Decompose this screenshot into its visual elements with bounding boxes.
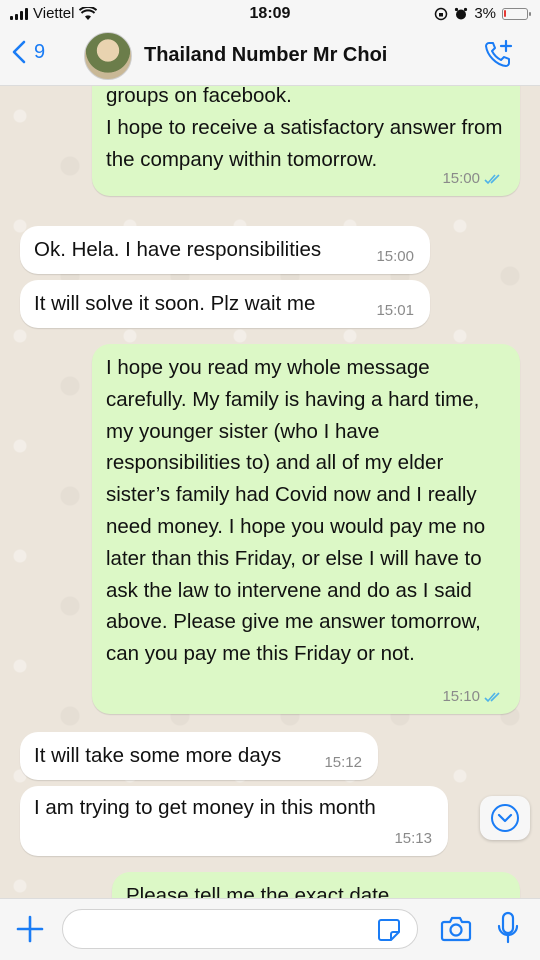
contact-name[interactable]: Thailand Number Mr Choi <box>144 44 387 67</box>
chat-header: 9 Thailand Number Mr Choi <box>0 28 540 86</box>
message-outgoing[interactable]: I hope you read my whole message careful… <box>92 344 520 714</box>
alarm-icon <box>455 7 468 19</box>
message-text: Ok. Hela. I have responsibilities <box>34 238 322 261</box>
message-meta: 15:12 <box>324 755 362 770</box>
composer-bar <box>0 898 540 960</box>
battery-fill <box>504 9 506 17</box>
back-button[interactable]: 9 <box>12 40 45 64</box>
message-incoming[interactable]: I am trying to get money in this month 1… <box>20 786 448 856</box>
message-list[interactable]: groups on facebook. I hope to receive a … <box>0 86 540 898</box>
attach-button[interactable] <box>14 913 46 950</box>
back-count: 9 <box>34 40 46 63</box>
message-text: It will solve it soon. Plz wait me <box>34 292 316 315</box>
message-time: 15:00 <box>376 248 414 265</box>
message-text: groups on facebook. I hope to receive a … <box>106 86 503 171</box>
message-time: 15:00 <box>442 170 480 187</box>
status-bar: Viettel 18:09 3% <box>0 0 540 28</box>
chevron-left-icon <box>12 40 26 64</box>
status-right: 3% <box>434 5 531 22</box>
read-ticks-icon <box>484 173 500 184</box>
sticker-icon <box>378 919 400 941</box>
message-meta: 15:00 <box>442 171 504 186</box>
sticker-button[interactable] <box>376 917 402 948</box>
message-meta: 15:13 <box>394 831 432 846</box>
battery-percent: 3% <box>474 5 496 22</box>
message-time: 15:10 <box>442 688 480 705</box>
message-text: I hope you read my whole message careful… <box>106 356 486 666</box>
message-text: I am trying to get money in this month <box>34 796 376 819</box>
message-incoming[interactable]: It will solve it soon. Plz wait me 15:01 <box>20 280 430 328</box>
add-call-button[interactable] <box>482 38 514 75</box>
message-text: Please tell me the exact date <box>126 884 390 898</box>
rotation-lock-icon <box>435 7 448 20</box>
message-incoming[interactable]: Ok. Hela. I have responsibilities 15:00 <box>20 226 430 274</box>
message-incoming[interactable]: It will take some more days 15:12 <box>20 732 378 780</box>
message-time: 15:01 <box>376 302 414 319</box>
read-ticks-icon <box>484 691 500 702</box>
chevron-down-circle-icon <box>491 804 519 832</box>
plus-icon <box>16 915 44 943</box>
message-input[interactable] <box>62 909 418 949</box>
message-time: 15:13 <box>394 830 432 847</box>
microphone-icon <box>497 911 519 944</box>
message-time: 15:12 <box>324 754 362 771</box>
message-meta: 15:00 <box>376 249 414 264</box>
avatar[interactable] <box>84 32 132 80</box>
message-outgoing[interactable]: Please tell me the exact date <box>112 872 520 898</box>
message-meta: 15:10 <box>442 689 504 704</box>
battery-icon <box>502 7 531 20</box>
message-outgoing[interactable]: groups on facebook. I hope to receive a … <box>92 86 520 196</box>
camera-button[interactable] <box>440 913 472 948</box>
message-meta: 15:01 <box>376 303 414 318</box>
camera-icon <box>440 916 472 942</box>
microphone-button[interactable] <box>496 911 520 950</box>
phone-add-icon <box>485 39 513 67</box>
scroll-to-bottom-button[interactable] <box>480 796 530 840</box>
